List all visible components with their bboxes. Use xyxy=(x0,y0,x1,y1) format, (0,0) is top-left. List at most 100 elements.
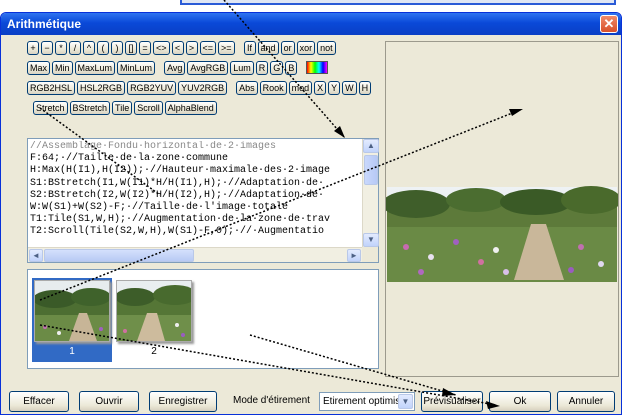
horizontal-scroll-thumb[interactable] xyxy=(44,249,194,262)
stretch-mode-select[interactable]: Etirement optimisé ▼ xyxy=(319,392,415,411)
toolbar-button[interactable]: R xyxy=(255,61,269,75)
toolbar-separator xyxy=(229,81,234,96)
toolbar-button[interactable]: Min xyxy=(52,61,73,75)
toolbar-button[interactable]: not xyxy=(317,41,336,55)
toolbar-button[interactable]: >= xyxy=(218,41,235,55)
toolbar-button[interactable]: Y xyxy=(328,81,341,95)
formula-line[interactable]: S1:BStretch(I1,W(I1)*H/H(I1),H);·//Adapt… xyxy=(30,178,364,190)
dialog-client-area: + − * / ^()[] = <> < > <= >= If and or xor not Max Min Ma… xyxy=(3,35,619,414)
editor-vertical-scrollbar[interactable]: ▲ ▼ xyxy=(362,139,379,247)
toolbar-button[interactable]: B xyxy=(285,61,298,75)
clear-button[interactable]: Effacer xyxy=(9,391,69,412)
toolbar-button[interactable]: ( xyxy=(97,41,109,55)
toolbar-button[interactable]: BStretch xyxy=(69,101,111,115)
toolbar-button[interactable]: AvgRGB xyxy=(187,61,229,75)
toolbar-button[interactable]: Tile xyxy=(112,101,133,115)
color-palette-icon[interactable] xyxy=(306,61,329,74)
toolbar-button[interactable]: > xyxy=(185,41,198,55)
toolbar-button[interactable]: X xyxy=(314,81,327,95)
toolbar-button[interactable]: Scroll xyxy=(134,101,163,115)
toolbar-button[interactable]: MaxLum xyxy=(74,61,116,75)
background-window-edge xyxy=(180,0,616,5)
toolbar-button[interactable]: H xyxy=(358,81,372,95)
toolbar-row-transforms: Stretch BStretch Tile Scroll AlphaBlend xyxy=(33,101,217,116)
toolbar-button[interactable]: <> xyxy=(153,41,170,55)
image-thumbnail-list[interactable]: 1 2 xyxy=(27,269,379,369)
toolbar-button[interactable]: Stretch xyxy=(33,101,68,115)
scroll-up-button[interactable]: ▲ xyxy=(363,139,379,153)
toolbar-button[interactable]: MinLum xyxy=(117,61,156,75)
toolbar-button[interactable]: G xyxy=(270,61,284,75)
formula-line[interactable]: H:Max(H(I1),H(I2));·//Hauteur·maximale·d… xyxy=(30,165,364,177)
ok-button[interactable]: Ok xyxy=(489,391,551,412)
dialog-button-bar: Effacer Ouvrir Enregistrer Mode d'étirem… xyxy=(3,391,619,413)
thumbnail-image-2 xyxy=(115,280,197,342)
formula-line[interactable]: F:64;·//Taille·de·la·zone·commune xyxy=(30,153,364,165)
title-bar[interactable]: Arithmétique ✕ xyxy=(1,13,621,35)
toolbar-button[interactable]: and xyxy=(257,41,279,55)
chevron-down-icon[interactable]: ▼ xyxy=(398,394,413,409)
toolbar-button[interactable]: < xyxy=(171,41,184,55)
preview-image xyxy=(386,186,618,282)
toolbar-button[interactable]: + xyxy=(27,41,39,55)
formula-text[interactable]: //Assemblage·Fondu·horizontal·de·2·image… xyxy=(30,141,364,247)
toolbar-button[interactable]: RGB2HSL xyxy=(27,81,76,95)
toolbar-button[interactable]: Rook xyxy=(259,81,287,95)
formula-line[interactable]: S2:BStretch(I2,W(I2)*H/H(I2),H);·//Adapt… xyxy=(30,190,364,202)
toolbar-separator xyxy=(299,61,304,76)
stretch-mode-value: Etirement optimisé xyxy=(323,396,406,407)
thumbnail-label: 2 xyxy=(151,346,157,357)
toolbar-separator xyxy=(237,41,242,56)
formula-line[interactable]: T1:Tile(S1,W,H);·//Augmentation·de·la·zo… xyxy=(30,214,364,226)
formula-line[interactable]: T2:Scroll(Tile(S2,W,H),W(S1)-F,0);·//·Au… xyxy=(30,226,364,238)
preview-button[interactable]: Prévisualiser xyxy=(421,391,483,412)
scroll-down-button[interactable]: ▼ xyxy=(363,233,379,247)
vertical-scroll-thumb[interactable] xyxy=(364,155,378,185)
arithmetique-dialog: Arithmétique ✕ + − * / ^()[] = <> < > <= >= If and or… xyxy=(0,12,622,415)
formula-line[interactable]: //Assemblage·Fondu·horizontal·de·2·image… xyxy=(30,141,364,153)
toolbar-button[interactable]: / xyxy=(69,41,81,55)
open-button[interactable]: Ouvrir xyxy=(79,391,139,412)
toolbar-button[interactable]: HSL2RGB xyxy=(77,81,126,95)
window-title: Arithmétique xyxy=(7,17,82,31)
close-button[interactable]: ✕ xyxy=(600,15,618,33)
toolbar-button[interactable]: Max xyxy=(27,61,51,75)
toolbar-button[interactable]: Avg xyxy=(164,61,186,75)
scroll-corner xyxy=(362,247,378,262)
toolbar-button[interactable]: <= xyxy=(199,41,217,55)
toolbar-button[interactable]: W xyxy=(342,81,357,95)
stretch-mode-label: Mode d'étirement xyxy=(233,395,310,406)
toolbar-button[interactable]: If xyxy=(243,41,256,55)
scroll-left-button[interactable]: ◄ xyxy=(29,249,43,262)
save-button[interactable]: Enregistrer xyxy=(149,391,217,412)
preview-panel xyxy=(385,41,619,377)
toolbar-button[interactable]: ^ xyxy=(83,41,95,55)
toolbar-button[interactable]: [] xyxy=(125,41,137,55)
screenshot-stage: { "window": {"title": "Arithmétique", "c… xyxy=(0,0,622,415)
toolbar-button[interactable]: − xyxy=(41,41,53,55)
toolbar-row-conversions: RGB2HSL HSL2RGB RGB2YUV YUV2RGB Abs Rook mod X Y… xyxy=(27,81,372,96)
thumbnail-label: 1 xyxy=(69,346,75,357)
thumbnail-item-2[interactable]: 2 xyxy=(114,278,197,362)
toolbar-button[interactable]: ) xyxy=(111,41,123,55)
cancel-button[interactable]: Annuler xyxy=(557,391,615,412)
toolbar-button[interactable]: = xyxy=(139,41,151,55)
editor-horizontal-scrollbar[interactable]: ◄ ► xyxy=(28,247,362,262)
toolbar-row-functions: Max Min MaxLum MinLum Avg AvgRGB Lum R G B xyxy=(27,61,329,76)
toolbar-button[interactable]: mod xyxy=(288,81,313,95)
toolbar-button[interactable]: RGB2YUV xyxy=(127,81,177,95)
toolbar-button[interactable]: * xyxy=(55,41,67,55)
toolbar-separator xyxy=(157,61,162,76)
thumbnail-item-1[interactable]: 1 xyxy=(32,278,112,362)
formula-editor[interactable]: //Assemblage·Fondu·horizontal·de·2·image… xyxy=(27,138,379,263)
toolbar-button[interactable]: Lum xyxy=(230,61,254,75)
function-toolbar: + − * / ^()[] = <> < > <= >= If and or xor not Max Min Ma… xyxy=(27,41,381,125)
scroll-right-button[interactable]: ► xyxy=(347,249,361,262)
toolbar-button[interactable]: YUV2RGB xyxy=(178,81,228,95)
formula-line[interactable]: W:W(S1)+W(S2)-F;·//Taille·de·l'image·tot… xyxy=(30,202,364,214)
toolbar-button[interactable]: Abs xyxy=(236,81,258,95)
toolbar-button[interactable]: xor xyxy=(296,41,316,55)
thumbnail-image-1 xyxy=(33,280,111,342)
toolbar-button[interactable]: AlphaBlend xyxy=(164,101,217,115)
toolbar-button[interactable]: or xyxy=(280,41,295,55)
